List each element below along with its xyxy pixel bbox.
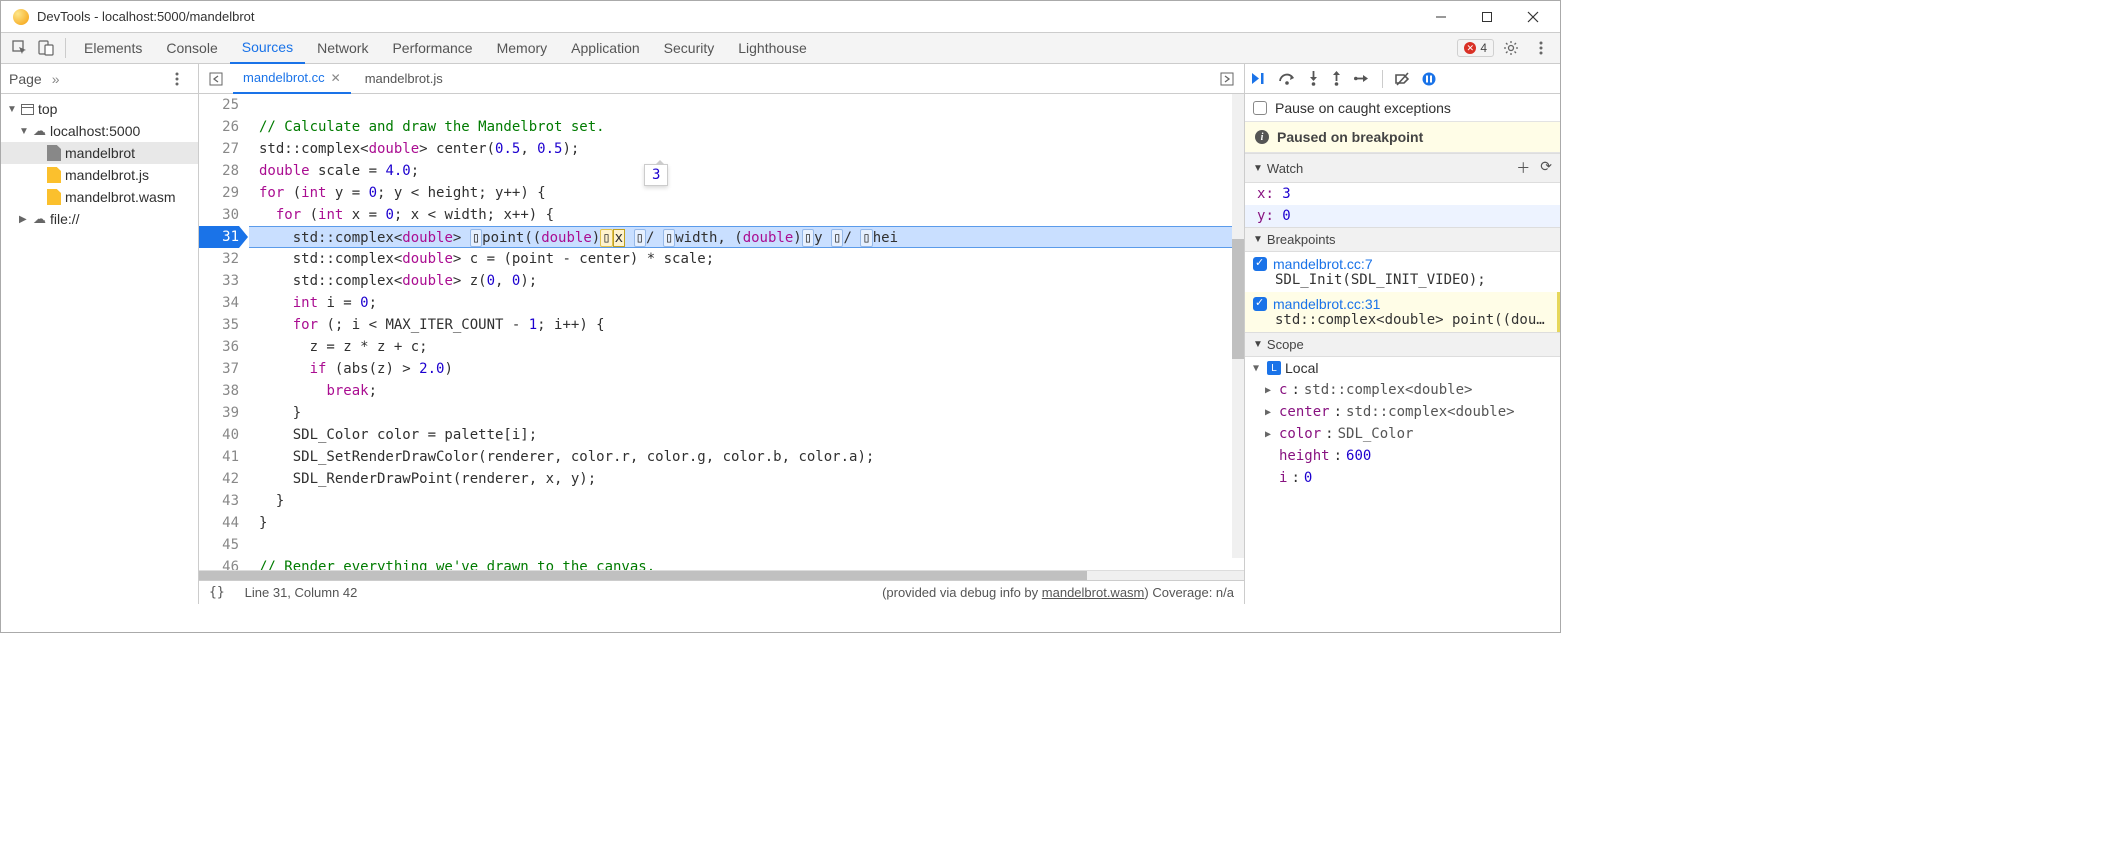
- refresh-watch-icon[interactable]: ⟳: [1540, 158, 1552, 178]
- debug-source-info: (provided via debug info by mandelbrot.w…: [882, 585, 1234, 600]
- step-into-button[interactable]: [1308, 71, 1319, 86]
- checkbox[interactable]: [1253, 101, 1267, 115]
- device-toggle-icon[interactable]: [33, 35, 59, 61]
- scope-variable[interactable]: height: 600: [1245, 445, 1560, 467]
- step-over-button[interactable]: [1278, 72, 1296, 85]
- tree-top[interactable]: ▼top: [1, 98, 198, 120]
- checkbox[interactable]: [1253, 297, 1267, 311]
- sidebar-tab-page[interactable]: Page: [9, 71, 42, 87]
- tree-file[interactable]: mandelbrot.wasm: [1, 186, 198, 208]
- editor-column: mandelbrot.cc✕ mandelbrot.js 25262728293…: [199, 64, 1245, 604]
- breakpoint-row[interactable]: mandelbrot.cc:7SDL_Init(SDL_INIT_VIDEO);: [1245, 252, 1560, 292]
- tree-file[interactable]: mandelbrot: [1, 142, 198, 164]
- tree-host[interactable]: ▼☁localhost:5000: [1, 120, 198, 142]
- hover-value-tooltip: 3: [644, 164, 668, 186]
- breakpoint-row[interactable]: mandelbrot.cc:31std::complex<double> poi…: [1245, 292, 1560, 332]
- nav-more-icon[interactable]: [1214, 66, 1240, 92]
- tree-file[interactable]: mandelbrot.js: [1, 164, 198, 186]
- debugger-panel: Pause on caught exceptions i Paused on b…: [1245, 64, 1560, 604]
- tab-memory[interactable]: Memory: [485, 33, 560, 64]
- wasm-source-link[interactable]: mandelbrot.wasm: [1042, 585, 1145, 600]
- file-tabs: mandelbrot.cc✕ mandelbrot.js: [199, 64, 1244, 94]
- app-icon: [13, 9, 29, 25]
- cloud-icon: ☁: [33, 123, 46, 139]
- minimize-button[interactable]: [1418, 2, 1464, 32]
- frame-icon: [21, 104, 34, 115]
- resume-button[interactable]: [1251, 72, 1266, 85]
- step-button[interactable]: [1354, 73, 1370, 84]
- file-icon: [47, 189, 61, 205]
- checkbox[interactable]: [1253, 257, 1267, 271]
- scope-variable[interactable]: ▶center: std::complex<double>: [1245, 401, 1560, 423]
- code-editor[interactable]: 2526272829303132333435363738394041424344…: [199, 94, 1244, 570]
- tab-application[interactable]: Application: [559, 33, 652, 64]
- scope-local[interactable]: ▼LLocal: [1245, 357, 1560, 379]
- tab-sources[interactable]: Sources: [230, 33, 305, 64]
- file-tab[interactable]: mandelbrot.cc✕: [233, 64, 351, 94]
- sidebar-tabs-more[interactable]: »: [52, 71, 60, 87]
- paused-banner: i Paused on breakpoint: [1245, 122, 1560, 153]
- cursor-position: Line 31, Column 42: [245, 585, 358, 600]
- tab-performance[interactable]: Performance: [380, 33, 484, 64]
- error-count: 4: [1480, 41, 1487, 55]
- maximize-button[interactable]: [1464, 2, 1510, 32]
- tab-security[interactable]: Security: [652, 33, 727, 64]
- error-count-badge[interactable]: ✕ 4: [1457, 39, 1494, 57]
- inspect-icon[interactable]: [7, 35, 33, 61]
- watch-header[interactable]: ▼Watch ＋⟳: [1245, 153, 1560, 183]
- window-title: DevTools - localhost:5000/mandelbrot: [37, 9, 1418, 24]
- pause-caught-row[interactable]: Pause on caught exceptions: [1245, 94, 1560, 122]
- titlebar: DevTools - localhost:5000/mandelbrot: [1, 1, 1560, 33]
- close-tab-icon[interactable]: ✕: [331, 71, 341, 85]
- breakpoints-header[interactable]: ▼Breakpoints: [1245, 227, 1560, 252]
- tab-network[interactable]: Network: [305, 33, 380, 64]
- debugger-toolbar: [1245, 64, 1560, 94]
- format-icon[interactable]: {}: [209, 585, 225, 600]
- watch-expression[interactable]: x: 3: [1245, 183, 1560, 205]
- error-icon: ✕: [1464, 42, 1476, 54]
- scope-variable[interactable]: ▶c: std::complex<double>: [1245, 379, 1560, 401]
- settings-icon[interactable]: [1498, 35, 1524, 61]
- pause-exceptions-button[interactable]: [1422, 72, 1436, 86]
- kebab-menu-icon[interactable]: [1528, 35, 1554, 61]
- local-badge-icon: L: [1267, 361, 1281, 375]
- editor-vscrollbar[interactable]: [1232, 94, 1244, 558]
- scope-variable[interactable]: ▶color: SDL_Color: [1245, 423, 1560, 445]
- info-icon: i: [1255, 130, 1269, 144]
- editor-hscrollbar[interactable]: [199, 570, 1244, 580]
- divider: [65, 38, 66, 58]
- sidebar-header: Page »: [1, 64, 198, 94]
- deactivate-breakpoints-button[interactable]: [1395, 72, 1410, 86]
- tab-lighthouse[interactable]: Lighthouse: [726, 33, 819, 64]
- watch-expression[interactable]: y: 0: [1245, 205, 1560, 227]
- file-icon: [47, 167, 61, 183]
- step-out-button[interactable]: [1331, 71, 1342, 86]
- sidebar-kebab-icon[interactable]: [164, 66, 190, 92]
- nav-toggle-icon[interactable]: [203, 66, 229, 92]
- tree-file-scheme[interactable]: ▶☁file://: [1, 208, 198, 230]
- close-button[interactable]: [1510, 2, 1556, 32]
- editor-statusbar: {} Line 31, Column 42 (provided via debu…: [199, 580, 1244, 604]
- file-tree: ▼top ▼☁localhost:5000 mandelbrot mandelb…: [1, 94, 198, 230]
- cloud-icon: ☁: [33, 211, 46, 227]
- file-tab[interactable]: mandelbrot.js: [355, 64, 453, 94]
- tab-console[interactable]: Console: [154, 33, 229, 64]
- tab-elements[interactable]: Elements: [72, 33, 154, 64]
- add-watch-icon[interactable]: ＋: [1516, 158, 1530, 178]
- page-sidebar: Page » ▼top ▼☁localhost:5000 mandelbrot …: [1, 64, 199, 604]
- file-icon: [47, 145, 61, 161]
- scope-header[interactable]: ▼Scope: [1245, 332, 1560, 357]
- scope-variable[interactable]: i: 0: [1245, 467, 1560, 489]
- devtools-tabs: ElementsConsoleSourcesNetworkPerformance…: [1, 33, 1560, 64]
